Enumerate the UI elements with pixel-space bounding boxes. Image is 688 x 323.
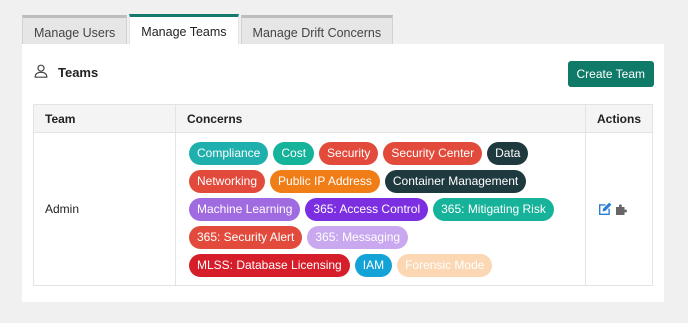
concerns-cell: Compliance Cost Security Security Center Dat… <box>174 132 586 286</box>
table-row: Admin Compliance Cost Security Security Cen… <box>33 132 654 286</box>
column-header-concerns: Concerns <box>174 104 586 133</box>
user-icon <box>34 64 58 81</box>
concern-badge[interactable]: 365: Messaging <box>307 225 409 249</box>
concern-badge[interactable]: 365: Access Control <box>305 197 429 221</box>
concern-badge[interactable]: Security Center <box>383 141 483 165</box>
concern-badge[interactable]: Cost <box>273 141 315 165</box>
panel-title: Teams <box>34 64 98 81</box>
teams-table: Team Concerns Actions Admin Compliance Co… <box>33 104 654 286</box>
concern-badge[interactable]: MLSS: Database Licensing <box>188 253 350 277</box>
concern-badge[interactable]: Networking <box>188 169 266 193</box>
concern-badge[interactable]: Forensic Mode <box>397 253 493 277</box>
concern-badge[interactable]: Container Management <box>384 169 527 193</box>
create-team-button[interactable]: Create Team <box>567 61 654 87</box>
actions-cell <box>584 132 654 286</box>
tab-manage-users[interactable]: Manage Users <box>22 15 128 45</box>
table-header-row: Team Concerns Actions <box>33 104 654 133</box>
puzzle-icon[interactable] <box>615 203 628 216</box>
concern-badges: Compliance Cost Security Security Center Dat… <box>188 139 573 279</box>
concern-badge[interactable]: Data <box>487 141 529 165</box>
tab-bar: Manage Users Manage Teams Manage Drift C… <box>22 14 395 45</box>
concern-badge[interactable]: Compliance <box>188 141 269 165</box>
column-header-team: Team <box>33 104 176 133</box>
concern-badge[interactable]: Security <box>319 141 379 165</box>
edit-icon[interactable] <box>597 201 613 217</box>
concern-badge[interactable]: IAM <box>354 253 393 277</box>
concern-badge[interactable]: 365: Security Alert <box>188 225 303 249</box>
column-header-actions: Actions <box>584 104 654 133</box>
tab-manage-drift-concerns[interactable]: Manage Drift Concerns <box>240 15 394 45</box>
concern-badge[interactable]: 365: Mitigating Risk <box>433 197 554 221</box>
concern-badge[interactable]: Public IP Address <box>270 169 380 193</box>
panel-title-text: Teams <box>58 65 99 80</box>
concern-badge[interactable]: Machine Learning <box>188 197 301 221</box>
tab-manage-teams[interactable]: Manage Teams <box>129 14 239 45</box>
team-name-cell: Admin <box>33 132 176 286</box>
teams-panel: Teams Create Team Team Concerns Actions … <box>22 44 664 302</box>
